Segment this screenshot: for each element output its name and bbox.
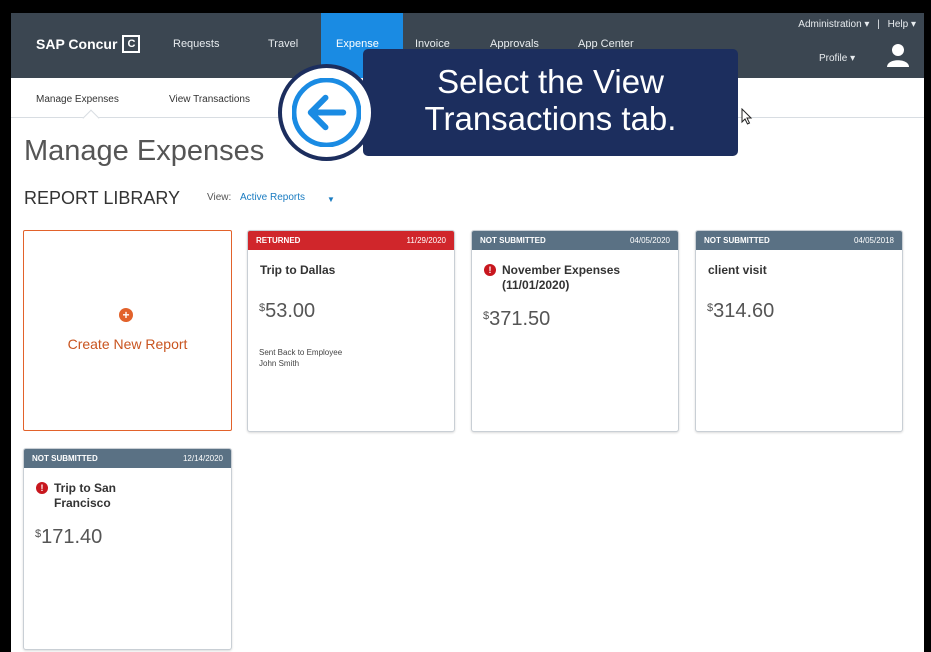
- page-title: Manage Expenses: [24, 135, 265, 167]
- logo-text: SAP Concur: [36, 36, 118, 52]
- logo-mark: C: [122, 35, 141, 53]
- view-filter-dropdown[interactable]: Active Reports: [240, 192, 305, 203]
- report-date: 12/14/2020: [182, 454, 223, 463]
- arrow-left-icon: [278, 64, 375, 161]
- report-name: ! November Expenses (11/01/2020): [484, 263, 668, 293]
- concur-logo[interactable]: SAP Concur C: [36, 35, 141, 53]
- tutorial-callout: Select the View Transactions tab.: [363, 49, 738, 156]
- nav-requests[interactable]: Requests: [173, 38, 219, 50]
- report-date: 11/29/2020: [406, 236, 446, 245]
- tab-manage-expenses[interactable]: Manage Expenses: [36, 94, 119, 105]
- report-status-note: Sent Back to Employee John Smith: [259, 348, 343, 368]
- callout-text: Select the View Transactions tab.: [424, 63, 677, 137]
- utility-menu: Administration ▾ | Help ▾: [798, 19, 916, 30]
- report-status-header: NOT SUBMITTED 04/05/2018: [696, 231, 902, 250]
- app-frame: SAP Concur C Requests Travel Expense Inv…: [11, 13, 924, 652]
- status-badge: NOT SUBMITTED: [32, 454, 98, 463]
- report-name: client visit: [708, 263, 767, 277]
- report-amount: $53.00: [259, 300, 316, 322]
- nav-travel[interactable]: Travel: [268, 38, 298, 50]
- report-status-header: RETURNED 11/29/2020: [248, 231, 454, 250]
- view-label: View:: [207, 192, 232, 203]
- report-card-november-expenses[interactable]: NOT SUBMITTED 04/05/2020 ! November Expe…: [471, 230, 679, 432]
- report-amount: $371.50: [483, 308, 551, 330]
- report-date: 04/05/2018: [853, 236, 894, 245]
- create-new-report-label: Create New Report: [67, 336, 188, 352]
- report-card-trip-to-dallas[interactable]: RETURNED 11/29/2020 Trip to Dallas $53.0…: [247, 230, 455, 432]
- report-library-heading: REPORT LIBRARY: [24, 188, 181, 208]
- report-status-header: NOT SUBMITTED 04/05/2020: [472, 231, 678, 250]
- profile-menu[interactable]: Profile ▾: [819, 53, 855, 64]
- alert-icon: !: [36, 482, 48, 494]
- report-card-trip-to-san-francisco[interactable]: NOT SUBMITTED 12/14/2020 ! Trip to San F…: [23, 448, 232, 650]
- menu-separator: |: [877, 19, 880, 30]
- tab-view-transactions[interactable]: View Transactions: [169, 94, 250, 105]
- mouse-cursor-icon: [741, 108, 753, 125]
- status-badge: NOT SUBMITTED: [480, 236, 546, 245]
- report-name: Trip to Dallas: [260, 263, 336, 277]
- report-amount: $171.40: [35, 526, 103, 548]
- create-new-report-card[interactable]: + Create New Report: [23, 230, 232, 431]
- administration-menu[interactable]: Administration ▾: [798, 19, 869, 30]
- report-amount: $314.60: [707, 300, 775, 322]
- alert-icon: !: [484, 264, 496, 276]
- report-status-header: NOT SUBMITTED 12/14/2020: [24, 449, 231, 468]
- status-badge: RETURNED: [256, 236, 301, 245]
- report-name: ! Trip to San Francisco: [36, 481, 146, 511]
- help-menu[interactable]: Help ▾: [888, 19, 916, 30]
- status-badge: NOT SUBMITTED: [704, 236, 770, 245]
- report-date: 04/05/2020: [629, 236, 670, 245]
- plus-circle-icon: +: [119, 308, 133, 322]
- caret-down-icon[interactable]: ▼: [327, 195, 335, 204]
- report-card-client-visit[interactable]: NOT SUBMITTED 04/05/2018 client visit $3…: [695, 230, 903, 432]
- user-avatar-icon[interactable]: [886, 43, 910, 67]
